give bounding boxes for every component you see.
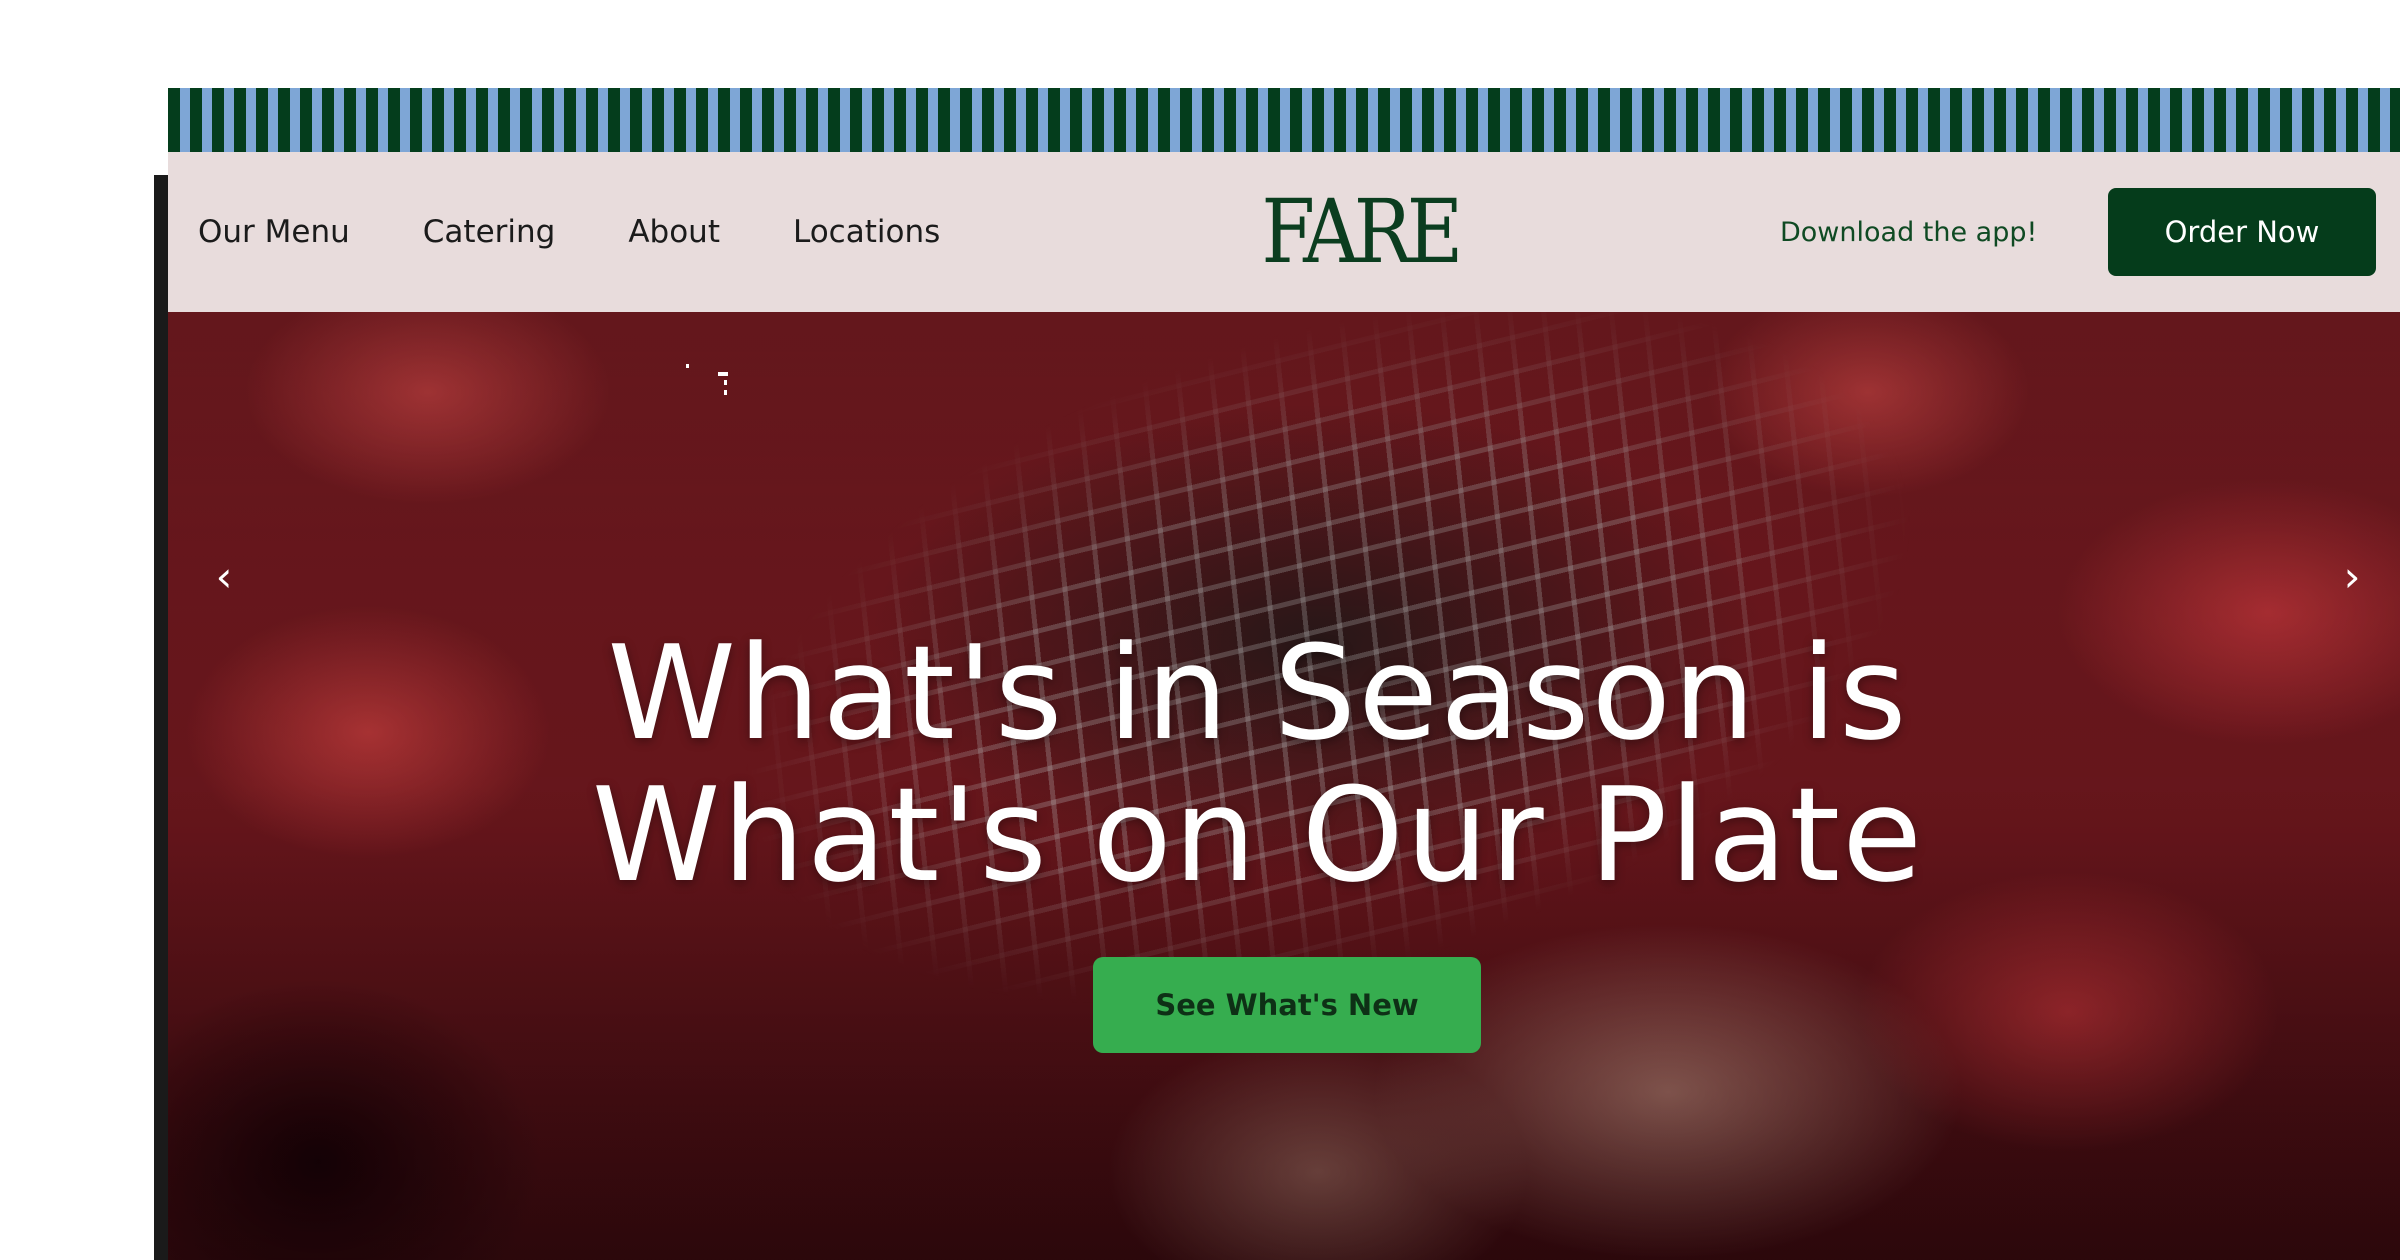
brand-logo[interactable]: FARE (1260, 152, 1464, 312)
brand-logo-text: FARE (1261, 180, 1464, 283)
carousel-next-icon[interactable]: › (2332, 552, 2372, 602)
nav-link-about[interactable]: About (628, 214, 720, 250)
site-frame: Our Menu Catering About Locations FARE D… (168, 88, 2400, 1260)
carousel-prev-icon[interactable]: ‹ (204, 552, 244, 602)
nav-link-our-menu[interactable]: Our Menu (198, 214, 350, 250)
hero-headline-line-2: What's on Our Plate (591, 759, 1925, 911)
decorative-stripe-band (168, 88, 2400, 152)
hero-banner: ‹ › What's in Season is What's on Our Pl… (168, 312, 2400, 1260)
hero-artifact-specks (686, 364, 728, 395)
download-app-link[interactable]: Download the app! (1780, 152, 2037, 312)
see-whats-new-button[interactable]: See What's New (1093, 957, 1481, 1053)
hero-headline-line-1: What's in Season is (607, 617, 1909, 769)
nav-links: Our Menu Catering About Locations (198, 152, 1013, 312)
order-now-button[interactable]: Order Now (2108, 188, 2376, 276)
nav-link-locations[interactable]: Locations (793, 214, 940, 250)
hero-headline: What's in Season is What's on Our Plate (368, 622, 2148, 906)
top-navigation: Our Menu Catering About Locations FARE D… (168, 152, 2400, 312)
window-edge (154, 175, 168, 1260)
nav-link-catering[interactable]: Catering (423, 214, 556, 250)
